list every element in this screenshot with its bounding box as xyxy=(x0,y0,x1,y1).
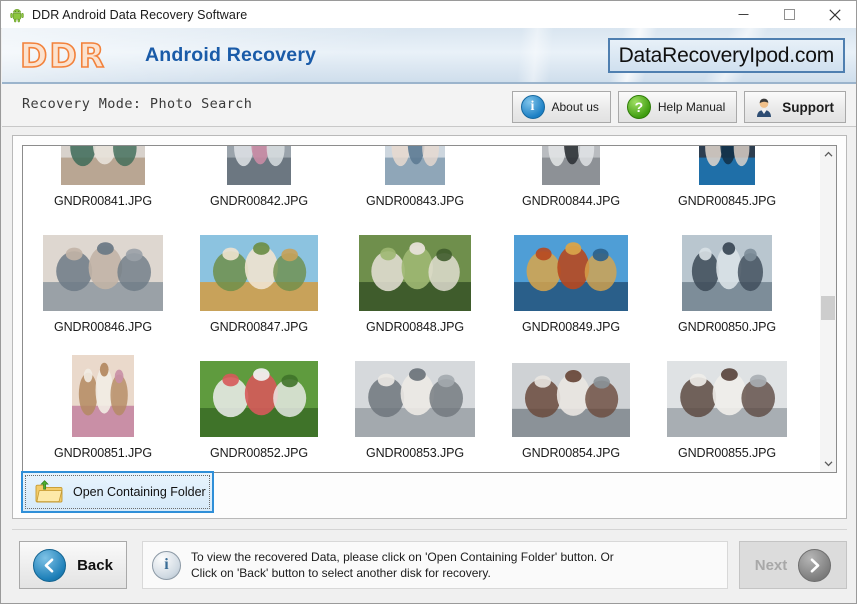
thumbnail-filename: GNDR00851.JPG xyxy=(53,446,153,460)
thumbnail-image[interactable] xyxy=(355,361,475,437)
open-folder-focus-ring: Open Containing Folder xyxy=(25,475,210,509)
help-manual-label: Help Manual xyxy=(657,100,726,114)
thumbnail-image[interactable] xyxy=(61,146,145,185)
ddr-logo: DDR xyxy=(19,35,107,76)
top-button-group: i About us ? Help Manual Support xyxy=(511,91,846,123)
folder-upload-icon xyxy=(34,480,64,504)
thumbnail-filename: GNDR00842.JPG xyxy=(209,194,309,208)
thumbnail-filename: GNDR00852.JPG xyxy=(209,446,309,460)
thumbnail-image[interactable] xyxy=(699,146,755,185)
info-line-2: Click on 'Back' button to select another… xyxy=(191,566,491,580)
open-containing-folder-button[interactable]: Open Containing Folder xyxy=(21,471,214,513)
thumbnail-image[interactable] xyxy=(227,146,291,185)
thumbnail-image[interactable] xyxy=(512,363,630,437)
thumbnail-image[interactable] xyxy=(667,361,787,437)
info-icon: i xyxy=(520,95,545,119)
next-button[interactable]: Next xyxy=(739,541,847,589)
open-folder-label: Open Containing Folder xyxy=(73,485,206,499)
product-name: Android Recovery xyxy=(145,44,317,66)
thumbnail-image[interactable] xyxy=(385,146,445,185)
about-us-label: About us xyxy=(551,100,599,114)
thumbnail-filename: GNDR00854.JPG xyxy=(521,446,621,460)
support-button[interactable]: Support xyxy=(744,91,846,123)
thumbnail-item[interactable]: GNDR00849.JPG xyxy=(495,208,647,334)
thumbnail-item[interactable]: GNDR00847.JPG xyxy=(183,208,335,334)
back-label: Back xyxy=(77,556,113,574)
back-button[interactable]: Back xyxy=(19,541,127,589)
thumbnail-filename: GNDR00846.JPG xyxy=(53,320,153,334)
next-label: Next xyxy=(754,556,788,574)
minimize-button[interactable] xyxy=(720,1,766,28)
thumbnail-item[interactable]: GNDR00851.JPG xyxy=(27,334,179,460)
thumbnail-filename: GNDR00850.JPG xyxy=(677,320,777,334)
thumbnail-item[interactable]: GNDR00844.JPG xyxy=(495,146,647,208)
thumbnail-image[interactable] xyxy=(43,235,163,311)
info-message-text: To view the recovered Data, please click… xyxy=(191,549,614,581)
thumbnail-item[interactable]: GNDR00854.JPG xyxy=(495,334,647,460)
info-line-1: To view the recovered Data, please click… xyxy=(191,550,614,564)
mode-bar: Recovery Mode: Photo Search i About us ?… xyxy=(2,84,856,127)
thumbnail-filename: GNDR00855.JPG xyxy=(677,446,777,460)
thumbnail-image[interactable] xyxy=(200,361,318,437)
vertical-scrollbar[interactable] xyxy=(820,145,837,473)
thumbnail-filename: GNDR00853.JPG xyxy=(365,446,465,460)
title-bar: DDR Android Data Recovery Software xyxy=(1,1,856,29)
help-manual-button[interactable]: ? Help Manual xyxy=(617,91,738,123)
recovery-mode-label: Recovery Mode: Photo Search xyxy=(22,96,253,112)
chevron-left-circle-icon xyxy=(33,548,67,582)
brand-header: DDR Android Recovery DataRecoveryIpod.co… xyxy=(2,28,856,84)
thumbnail-grid: GNDR00841.JPG GNDR00842.JPG GNDR00843.JPG G… xyxy=(23,146,806,460)
thumbnail-filename: GNDR00847.JPG xyxy=(209,320,309,334)
thumbnail-viewport: GNDR00841.JPG GNDR00842.JPG GNDR00843.JPG G… xyxy=(22,145,822,473)
thumbnail-filename: GNDR00849.JPG xyxy=(521,320,621,334)
thumbnail-image[interactable] xyxy=(200,235,318,311)
thumbnail-item[interactable]: GNDR00846.JPG xyxy=(27,208,179,334)
android-robot-icon xyxy=(9,7,25,23)
thumbnail-image[interactable] xyxy=(542,146,600,185)
person-icon xyxy=(753,96,775,118)
support-label: Support xyxy=(782,99,834,115)
scrollbar-thumb[interactable] xyxy=(821,296,835,320)
thumbnail-filename: GNDR00845.JPG xyxy=(677,194,777,208)
thumbnail-item[interactable]: GNDR00855.JPG xyxy=(651,334,803,460)
thumbnail-item[interactable]: GNDR00843.JPG xyxy=(339,146,491,208)
thumbnail-item[interactable]: GNDR00848.JPG xyxy=(339,208,491,334)
application-window: DDR Android Data Recovery Software DDR A… xyxy=(0,0,857,604)
thumbnail-filename: GNDR00841.JPG xyxy=(53,194,153,208)
about-us-button[interactable]: i About us xyxy=(511,91,611,123)
thumbnail-filename: GNDR00848.JPG xyxy=(365,320,465,334)
thumbnail-item[interactable]: GNDR00845.JPG xyxy=(651,146,803,208)
results-panel: GNDR00841.JPG GNDR00842.JPG GNDR00843.JPG G… xyxy=(12,135,847,519)
thumbnail-item[interactable]: GNDR00842.JPG xyxy=(183,146,335,208)
thumbnail-item[interactable]: GNDR00850.JPG xyxy=(651,208,803,334)
thumbnail-filename: GNDR00843.JPG xyxy=(365,194,465,208)
chevron-down-icon[interactable] xyxy=(820,455,836,472)
info-icon: i xyxy=(152,550,181,580)
window-controls xyxy=(720,1,856,28)
website-banner[interactable]: DataRecoveryIpod.com xyxy=(607,38,845,73)
thumbnail-image[interactable] xyxy=(359,235,471,311)
info-message-box: i To view the recovered Data, please cli… xyxy=(142,541,728,589)
thumbnail-image[interactable] xyxy=(72,355,134,437)
window-title: DDR Android Data Recovery Software xyxy=(32,7,248,22)
thumbnail-image[interactable] xyxy=(682,235,772,311)
question-icon: ? xyxy=(626,95,651,119)
chevron-up-icon[interactable] xyxy=(820,146,836,163)
maximize-button[interactable] xyxy=(766,1,812,28)
thumbnail-filename: GNDR00844.JPG xyxy=(521,194,621,208)
thumbnail-image[interactable] xyxy=(514,235,628,311)
thumbnail-item[interactable]: GNDR00841.JPG xyxy=(27,146,179,208)
close-button[interactable] xyxy=(812,1,856,28)
chevron-right-circle-icon xyxy=(798,548,832,582)
thumbnail-item[interactable]: GNDR00853.JPG xyxy=(339,334,491,460)
thumbnail-item[interactable]: GNDR00852.JPG xyxy=(183,334,335,460)
footer-bar: Back i To view the recovered Data, pleas… xyxy=(12,529,847,596)
